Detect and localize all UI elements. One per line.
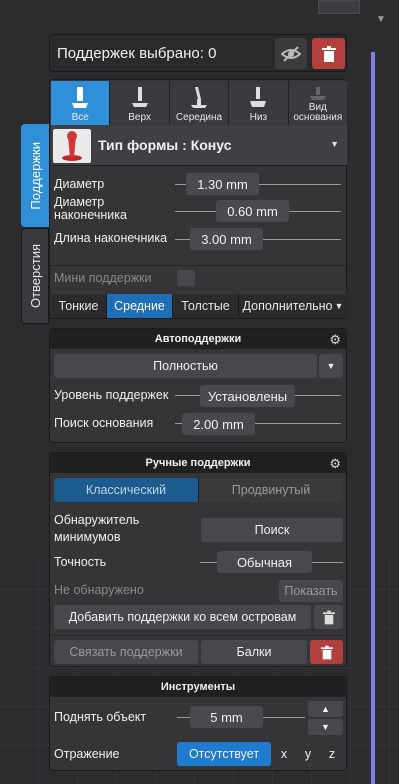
tab-support-middle[interactable]: Середина (169, 81, 230, 125)
density-thin[interactable]: Тонкие (51, 294, 107, 318)
tab-support-top[interactable]: Верх (110, 81, 170, 125)
selected-count-label: Поддержек выбрано: 0 (57, 45, 217, 62)
caret-down-icon: ▼ (321, 722, 330, 732)
density-tabs: Тонкие Средние Толстые Дополнительно ▼ (51, 294, 347, 318)
shape-type-dropdown[interactable]: Тип формы : Конус ▼ (51, 125, 347, 166)
caret-down-icon: ▼ (330, 139, 339, 149)
link-supports-button[interactable]: Связать поддержки (54, 640, 198, 664)
manual-classic-tab[interactable]: Классический (54, 478, 199, 502)
auto-supports-title: Автоподдержки (50, 329, 346, 349)
auto-support-mode-button[interactable]: Полностью (54, 354, 317, 378)
shape-type-label: Тип формы : Конус (98, 137, 232, 153)
mirror-z-button[interactable]: z (321, 742, 343, 766)
beams-button[interactable]: Балки (201, 640, 307, 664)
trash-icon (322, 610, 335, 624)
tip-length-value[interactable]: 3.00 mm (190, 228, 263, 250)
tools-title: Инструменты (50, 677, 346, 697)
manual-supports-panel: Ручные поддержки ⚙ Классический Продвину… (49, 452, 347, 667)
manual-mode-tabs: Классический Продвинутый (54, 478, 343, 502)
show-button[interactable]: Показать (279, 580, 343, 602)
delete-beams-button[interactable] (310, 640, 343, 664)
diameter-label: Диаметр (54, 177, 105, 191)
auto-supports-panel: Автоподдержки ⚙ Полностью ▼ Уровень подд… (49, 328, 347, 443)
mirror-x-button[interactable]: x (273, 742, 295, 766)
caret-down-icon: ▼ (326, 361, 336, 371)
density-medium[interactable]: Средние (107, 294, 173, 318)
gear-icon[interactable]: ⚙ (329, 332, 341, 348)
base-search-label: Поиск основания (54, 416, 154, 430)
accuracy-label: Точность (54, 555, 107, 569)
caret-down-icon: ▼ (334, 301, 344, 311)
support-bottom-icon (250, 87, 267, 107)
manual-supports-title: Ручные поддержки (50, 453, 346, 473)
selection-header: Поддержек выбрано: 0 (49, 34, 347, 72)
divider (50, 265, 346, 266)
chevron-down-icon[interactable]: ▼ (376, 14, 386, 25)
cone-shape-icon (53, 129, 91, 163)
auto-support-mode-dropdown[interactable]: ▼ (319, 354, 343, 378)
eye-off-icon (281, 45, 301, 62)
delete-selected-button[interactable] (312, 38, 345, 69)
lift-up-button[interactable]: ▲ (308, 701, 343, 717)
viewport-boundary-line (371, 52, 375, 784)
caret-up-icon: ▲ (321, 704, 330, 714)
tip-diameter-label-2: наконечника (54, 208, 127, 222)
divider (50, 635, 346, 636)
support-all-icon (72, 87, 89, 108)
support-base-icon (309, 87, 326, 100)
lift-object-value[interactable]: 5 mm (190, 706, 263, 728)
tools-panel: Инструменты Поднять объект 5 mm ▲ ▼ Отра… (49, 676, 347, 771)
support-type-tabs: Все Верх Середина Низ Вид основания (51, 81, 348, 125)
tab-support-base[interactable]: Вид основания (288, 81, 348, 125)
support-level-value[interactable]: Установлены (200, 385, 295, 407)
lift-down-button[interactable]: ▼ (308, 719, 343, 735)
accuracy-value[interactable]: Обычная (217, 551, 312, 573)
add-supports-to-islands-button[interactable]: Добавить поддержки ко всем островам (54, 605, 311, 629)
minima-detector-label-2: минимумов (54, 530, 121, 544)
not-found-label: Не обнаружено (54, 583, 144, 597)
lift-object-label: Поднять объект (54, 710, 147, 724)
search-button[interactable]: Поиск (201, 518, 343, 542)
diameter-value[interactable]: 1.30 mm (186, 173, 259, 195)
minima-detector-label-1: Обнаружитель (54, 513, 140, 527)
support-middle-icon (191, 87, 208, 108)
tab-supports[interactable]: Поддержки (21, 124, 49, 227)
density-thick[interactable]: Толстые (173, 294, 239, 318)
mirror-label: Отражение (54, 747, 120, 761)
support-top-icon (131, 87, 148, 107)
mini-supports-checkbox[interactable] (177, 270, 195, 286)
tab-support-bottom[interactable]: Низ (229, 81, 289, 125)
mini-supports-label: Мини поддержки (54, 271, 152, 285)
gear-icon[interactable]: ⚙ (329, 456, 341, 472)
support-level-label: Уровень поддержек (54, 388, 169, 402)
density-extra-dropdown[interactable]: Дополнительно ▼ (239, 294, 347, 318)
tip-length-label: Длина наконечника (54, 231, 168, 245)
tab-support-all[interactable]: Все (51, 81, 111, 125)
view-cube[interactable] (318, 0, 360, 14)
mirror-none-button[interactable]: Отсутствует (177, 742, 271, 766)
mirror-y-button[interactable]: y (297, 742, 319, 766)
tab-holes[interactable]: Отверстия (21, 228, 49, 324)
support-settings-panel: Все Верх Середина Низ Вид основания Тип … (49, 79, 348, 319)
base-search-value[interactable]: 2.00 mm (182, 413, 255, 435)
delete-islands-button[interactable] (314, 605, 343, 629)
manual-advanced-tab[interactable]: Продвинутый (199, 478, 343, 502)
trash-icon (320, 645, 333, 659)
trash-icon (321, 45, 336, 62)
hide-supports-button[interactable] (275, 38, 307, 69)
tip-diameter-value[interactable]: 0.60 mm (216, 200, 289, 222)
